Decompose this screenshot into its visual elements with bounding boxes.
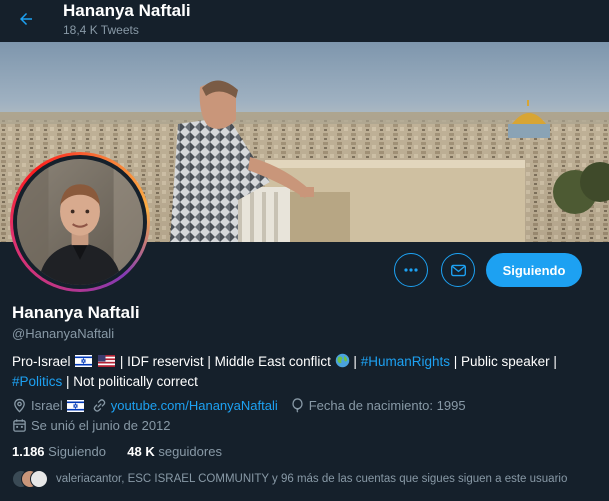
- back-arrow-icon: [20, 13, 32, 25]
- followers-you-know[interactable]: valeriacantor, ESC ISRAEL COMMUNITY y 96…: [12, 470, 567, 488]
- mail-icon: [450, 264, 466, 276]
- back-button[interactable]: [11, 4, 41, 34]
- more-options-button[interactable]: [394, 253, 428, 287]
- israel-flag-icon: [66, 399, 84, 412]
- profile-meta-row: Israel youtube.com/HananyaNaftali Fecha …: [12, 398, 466, 413]
- bio-text: |: [353, 354, 357, 369]
- profile-joined-row: Se unió el junio de 2012: [12, 418, 171, 433]
- hashtag-link[interactable]: #Politics: [12, 374, 62, 389]
- bio-text: | Public speaker |: [453, 354, 557, 369]
- bio-text: | IDF reservist | Middle East conflict: [119, 354, 331, 369]
- profile-name: Hananya Naftali: [12, 303, 140, 322]
- avatar-image: [17, 159, 143, 285]
- bio-text: Pro-Israel: [12, 354, 71, 369]
- following-stat[interactable]: 1.186 Siguiendo: [12, 444, 106, 459]
- tweet-count: 18,4 K Tweets: [63, 23, 139, 37]
- followers-you-know-text: valeriacantor, ESC ISRAEL COMMUNITY y 96…: [56, 473, 568, 485]
- link-icon: [93, 399, 106, 412]
- follow-stats: 1.186 Siguiendo 48 K seguidores: [12, 444, 222, 459]
- following-count: 1.186: [12, 444, 45, 459]
- more-icon: [404, 268, 418, 272]
- following-button[interactable]: Siguiendo: [486, 253, 582, 287]
- mutual-avatars: [12, 470, 48, 488]
- calendar-icon: [13, 419, 26, 432]
- avatar: [30, 470, 48, 488]
- header-title: Hananya Naftali: [63, 1, 191, 20]
- balloon-icon: [292, 398, 303, 413]
- followers-label: seguidores: [158, 444, 222, 459]
- profile-handle: @HananyaNaftali: [12, 326, 115, 341]
- profile-avatar[interactable]: [10, 152, 150, 292]
- globe-icon: [335, 353, 349, 368]
- following-label: Siguiendo: [48, 444, 106, 459]
- joined-text: Se unió el junio de 2012: [31, 418, 171, 433]
- profile-bio: Pro-Israel | IDF reservist | Middle East…: [12, 352, 597, 391]
- location-icon: [14, 398, 25, 413]
- us-flag-icon: [98, 355, 116, 367]
- birthday-text: Fecha de nacimiento: 1995: [308, 398, 466, 413]
- followers-stat[interactable]: 48 K seguidores: [127, 444, 222, 459]
- message-button[interactable]: [441, 253, 475, 287]
- israel-flag-icon: [75, 355, 93, 367]
- hashtag-link[interactable]: #HumanRights: [361, 354, 450, 369]
- followers-count: 48 K: [127, 444, 155, 459]
- website-link[interactable]: youtube.com/HananyaNaftali: [111, 398, 278, 413]
- bio-text: | Not politically correct: [66, 373, 198, 389]
- profile-header: Hananya Naftali 18,4 K Tweets: [0, 0, 609, 42]
- location-text: Israel: [31, 398, 63, 413]
